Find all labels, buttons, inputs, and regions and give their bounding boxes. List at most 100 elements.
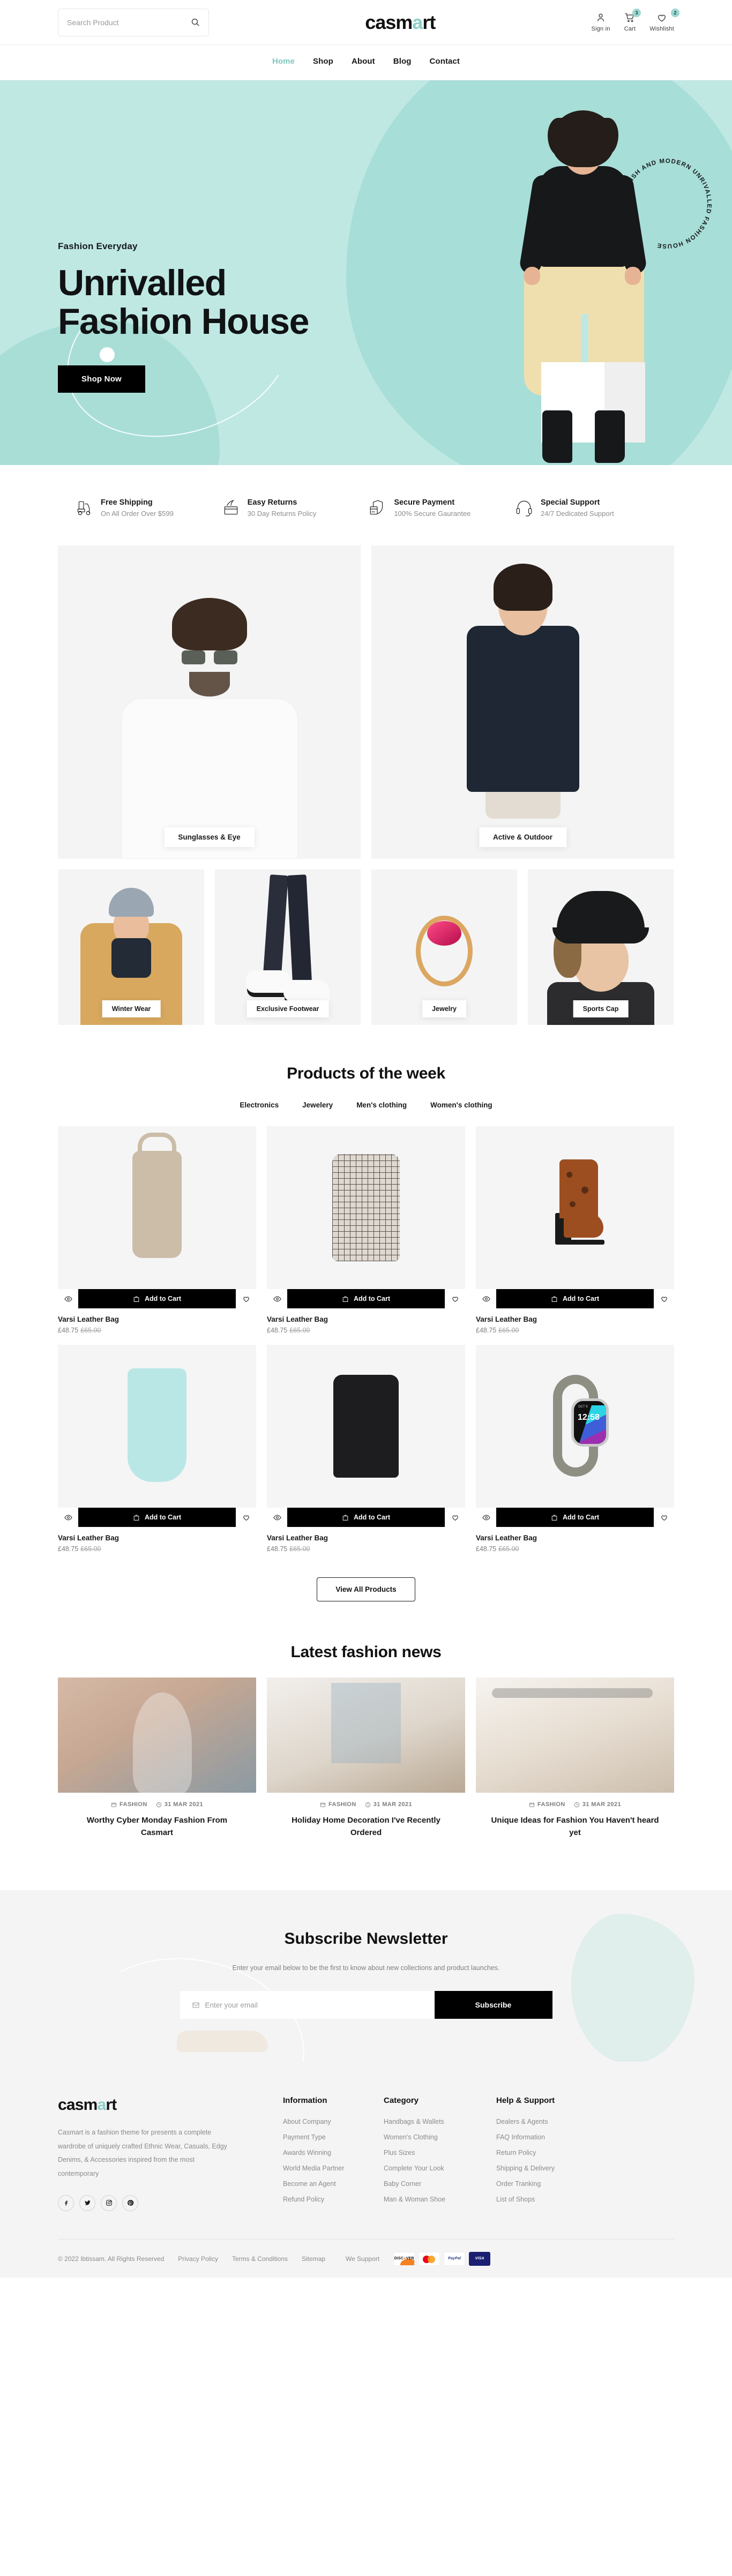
hero-copy: Fashion Everyday Unrivalled Fashion Hous…: [58, 241, 309, 393]
footer-link[interactable]: Order Tranking: [496, 2180, 609, 2188]
footer-link[interactable]: Complete Your Look: [384, 2165, 496, 2172]
tab-jewelery[interactable]: Jewelery: [302, 1101, 333, 1111]
view-all-products-button[interactable]: View All Products: [317, 1577, 415, 1601]
wishlist-button[interactable]: [236, 1508, 256, 1527]
wishlist-button[interactable]: [654, 1508, 674, 1527]
footer-link[interactable]: Women's Clothing: [384, 2133, 496, 2141]
nav-item-blog[interactable]: Blog: [393, 57, 412, 68]
facebook-icon[interactable]: [58, 2195, 74, 2211]
footer-link[interactable]: Handbags & Wallets: [384, 2118, 496, 2125]
footer-link[interactable]: FAQ Information: [496, 2133, 609, 2141]
blog-grid: FASHION 31 MAR 2021 Worthy Cyber Monday …: [58, 1678, 674, 1839]
product-card[interactable]: Add to Cart Varsi Leather Bag £48.75 £65.…: [267, 1345, 465, 1553]
product-card[interactable]: Add to Cart Varsi Leather Bag £48.75 £65.…: [476, 1126, 674, 1334]
wishlist-button[interactable]: [445, 1289, 465, 1308]
product-card[interactable]: Add to Cart Varsi Leather Bag £48.75 £65.…: [58, 1345, 256, 1553]
category-card-exclusive-footwear[interactable]: Exclusive Footwear: [215, 870, 361, 1025]
tab-mens-clothing[interactable]: Men's clothing: [356, 1101, 407, 1111]
category-photo: [58, 545, 361, 859]
pinterest-icon[interactable]: [122, 2195, 138, 2211]
sign-in-label: Sign in: [591, 26, 610, 32]
quick-view-button[interactable]: [476, 1289, 496, 1308]
nav-item-shop[interactable]: Shop: [313, 57, 333, 68]
footer-link[interactable]: List of Shops: [496, 2196, 609, 2203]
quick-view-button[interactable]: [58, 1289, 78, 1308]
heart-icon: [243, 1297, 249, 1302]
instagram-icon[interactable]: [101, 2195, 117, 2211]
sitemap-link[interactable]: Sitemap: [302, 2255, 325, 2263]
category-card-active-outdoor[interactable]: Active & Outdoor: [371, 545, 674, 859]
quick-view-button[interactable]: [476, 1508, 496, 1527]
newsletter-input-wrap[interactable]: [180, 1991, 435, 2019]
feature-easy-returns: Easy Returns 30 Day Returns Policy: [222, 498, 364, 518]
add-to-cart-button[interactable]: Add to Cart: [78, 1289, 236, 1308]
feature-secure-payment: Secure Payment 100% Secure Gaurantee: [368, 498, 510, 518]
blog-card[interactable]: FASHION 31 MAR 2021 Holiday Home Decorat…: [267, 1678, 465, 1839]
search-input[interactable]: [67, 18, 186, 27]
cart-action[interactable]: 3 Cart: [624, 9, 641, 32]
footer-link[interactable]: Baby Corner: [384, 2180, 496, 2188]
footer-link[interactable]: Return Policy: [496, 2149, 609, 2156]
product-name: Varsi Leather Bag: [476, 1315, 537, 1323]
blog-card[interactable]: FASHION 31 MAR 2021 Unique Ideas for Fas…: [476, 1678, 674, 1839]
subscribe-button[interactable]: Subscribe: [434, 1991, 552, 2019]
footer-link[interactable]: Dealers & Agents: [496, 2118, 609, 2125]
nav-item-about[interactable]: About: [352, 57, 375, 68]
newsletter-email-input[interactable]: [205, 2001, 423, 2009]
footer-logo[interactable]: casmart: [58, 2096, 283, 2114]
footer-link[interactable]: Awards Winning: [283, 2149, 384, 2156]
footer-link[interactable]: Shipping & Delivery: [496, 2165, 609, 2172]
wishlist-button[interactable]: [445, 1508, 465, 1527]
sign-in-action[interactable]: Sign in: [592, 12, 610, 32]
footer-link[interactable]: Refund Policy: [283, 2196, 384, 2203]
newsletter-form: Subscribe: [0, 1991, 732, 2019]
blog-title: Latest fashion news: [290, 1643, 442, 1661]
blog-card[interactable]: FASHION 31 MAR 2021 Worthy Cyber Monday …: [58, 1678, 256, 1839]
wishlist-button[interactable]: [236, 1289, 256, 1308]
add-to-cart-label: Add to Cart: [562, 1295, 600, 1302]
quick-view-button[interactable]: [267, 1289, 287, 1308]
twitter-icon[interactable]: [79, 2195, 95, 2211]
nav-item-contact[interactable]: Contact: [430, 57, 460, 68]
brand-logo[interactable]: casmart: [365, 12, 436, 32]
nav-item-home[interactable]: Home: [272, 57, 295, 68]
category-card-jewelry[interactable]: Jewelry: [371, 870, 517, 1025]
add-to-cart-button[interactable]: Add to Cart: [287, 1508, 445, 1527]
tab-electronics[interactable]: Electronics: [240, 1101, 279, 1111]
price-old: £65.00: [498, 1327, 519, 1334]
footer-link[interactable]: World Media Partner: [283, 2165, 384, 2172]
product-name: Varsi Leather Bag: [58, 1534, 119, 1542]
wishlist-action[interactable]: 2 Wishlisht: [649, 9, 679, 32]
folder-icon: [529, 1802, 535, 1807]
product-card[interactable]: OCT 9 12:58 Add to Cart Varsi Leather Ba…: [476, 1345, 674, 1553]
category-card-sunglasses[interactable]: Sunglasses & Eye: [58, 545, 361, 859]
product-actions: Add to Cart: [58, 1508, 256, 1527]
wishlist-button[interactable]: [654, 1289, 674, 1308]
footer-link[interactable]: Become an Agent: [283, 2180, 384, 2188]
tab-womens-clothing[interactable]: Women's clothing: [430, 1101, 492, 1111]
search-box[interactable]: [58, 8, 209, 36]
footer-link[interactable]: Plus Sizes: [384, 2149, 496, 2156]
footer-link[interactable]: About Company: [283, 2118, 384, 2125]
privacy-policy-link[interactable]: Privacy Policy: [178, 2255, 218, 2263]
footer-link[interactable]: Payment Type: [283, 2133, 384, 2141]
footer-link[interactable]: Man & Woman Shoe: [384, 2196, 496, 2203]
quick-view-button[interactable]: [58, 1508, 78, 1527]
blog-category: FASHION: [111, 1801, 147, 1808]
feature-sub: On All Order Over $599: [101, 510, 174, 518]
quick-view-button[interactable]: [267, 1508, 287, 1527]
add-to-cart-button[interactable]: Add to Cart: [496, 1508, 654, 1527]
watch-face: OCT 9 12:58: [571, 1398, 609, 1447]
hero-title-line1: Unrivalled: [58, 263, 227, 303]
product-media: Add to Cart: [267, 1126, 465, 1308]
product-card[interactable]: Add to Cart Varsi Leather Bag £48.75 £65.…: [267, 1126, 465, 1334]
category-card-sports-cap[interactable]: Sports Cap: [528, 870, 674, 1025]
shop-now-button[interactable]: Shop Now: [58, 365, 145, 393]
search-icon[interactable]: [191, 18, 200, 27]
add-to-cart-button[interactable]: Add to Cart: [287, 1289, 445, 1308]
product-card[interactable]: Add to Cart Varsi Leather Bag £48.75 £65.…: [58, 1126, 256, 1334]
add-to-cart-button[interactable]: Add to Cart: [78, 1508, 236, 1527]
terms-conditions-link[interactable]: Terms & Conditions: [232, 2255, 288, 2263]
add-to-cart-button[interactable]: Add to Cart: [496, 1289, 654, 1308]
category-card-winter-wear[interactable]: Winter Wear: [58, 870, 204, 1025]
